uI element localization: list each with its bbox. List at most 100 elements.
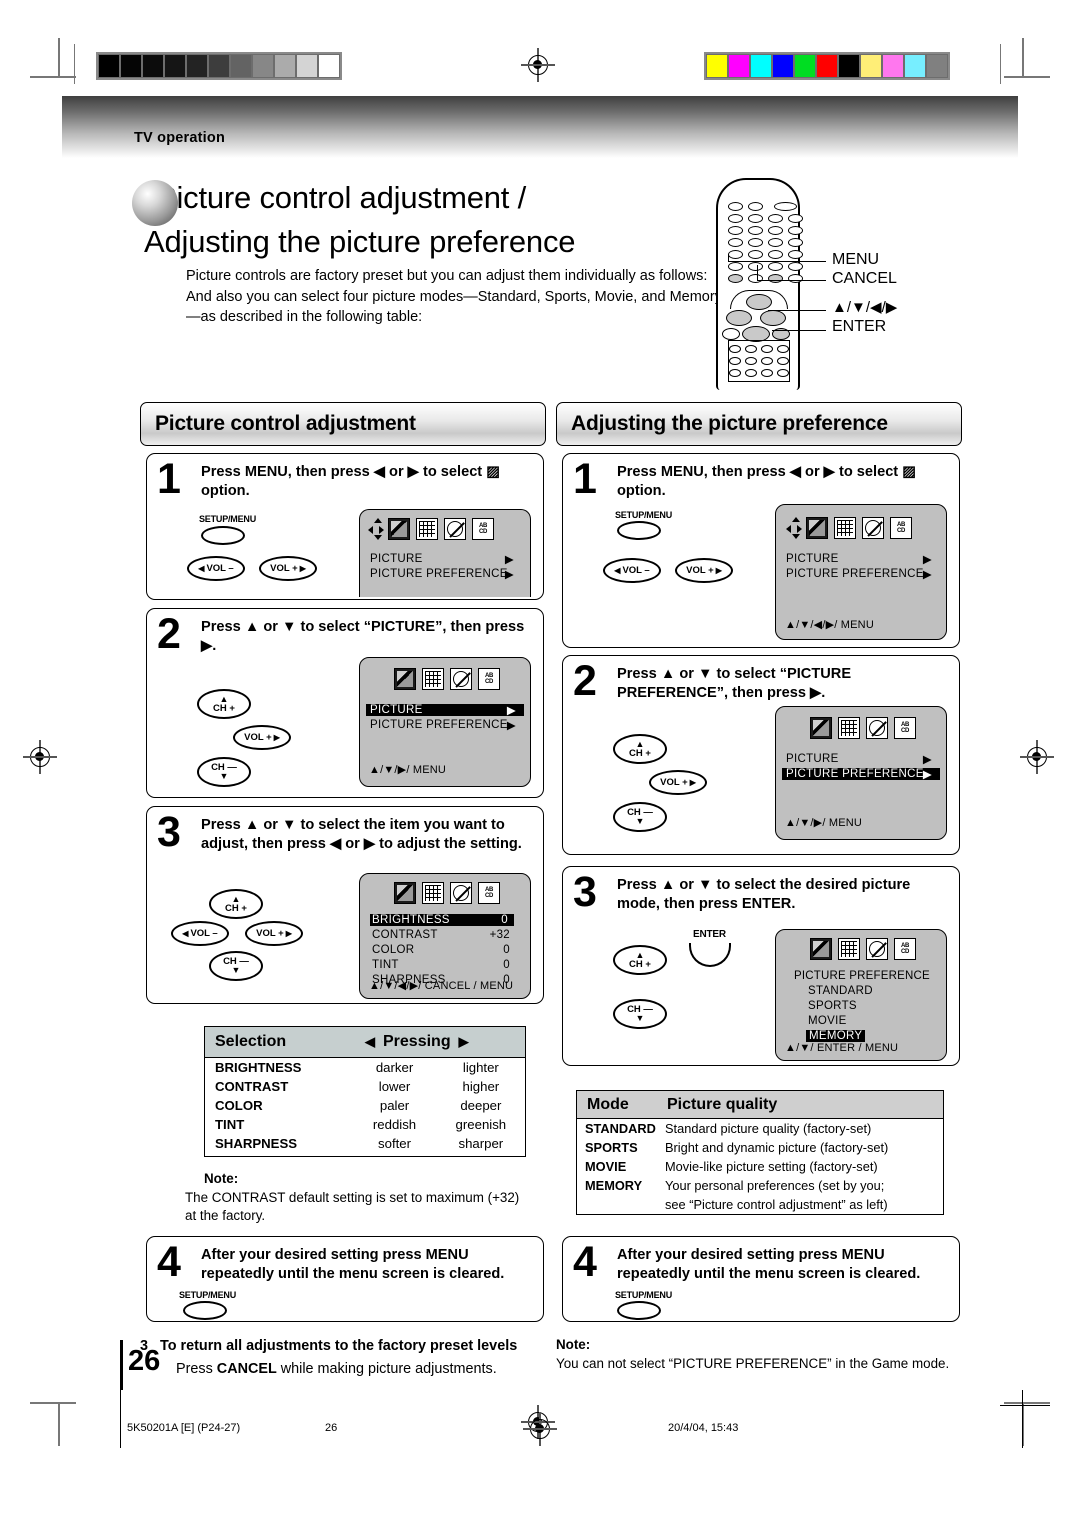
left-step-2-text: Press ▲ or ▼ to select “PICTURE”, then p… [201,619,525,654]
remote-control-illustration [716,178,803,390]
right-step-2-osd: AB CD PICTURE ▶ PICTURE PREFERENCE ▶ ▲/▼/… [775,706,947,840]
osd-setting-label: TINT [372,959,399,971]
selection-right-effect: deeper [460,1098,502,1113]
swatch [794,54,816,78]
table-row: TINT reddish greenish [205,1115,525,1134]
table-row: SHARPNESS softer sharper [205,1134,525,1153]
block-icon [450,882,472,904]
mode-name: STANDARD [585,1121,656,1136]
remote-dpad-left [726,310,752,326]
swatch [186,54,208,78]
left-step-2: 2 Press ▲ or ▼ to select “PICTURE”, then… [146,608,544,798]
osd-row-label: PICTURE [370,704,423,716]
page-title: Picture control adjustment / Adjusting t… [132,176,732,264]
osd-preference-item: MOVIE [808,1015,847,1027]
selection-name: CONTRAST [215,1079,289,1094]
swatch [98,54,120,78]
left-note-body: The CONTRAST default setting is set to m… [185,1190,520,1223]
grid-icon [834,517,856,539]
right-step-1-vol-minus-label: VOL – [622,565,650,576]
picture-icon [394,882,416,904]
left-step-3-ch-plus-key: ▲ CH + [209,889,263,919]
left-step-4-key-label: SETUP/MENU [179,1290,237,1300]
right-step-3: 3 Press ▲ or ▼ to select the desired pic… [562,866,960,1066]
selection-left-effect: softer [378,1136,412,1151]
mode-quality: Your personal preferences (set by you; [665,1178,885,1193]
osd-row-label: PICTURE PREFERENCE [370,568,508,580]
picture-icon [810,717,832,739]
section-label: TV operation [134,130,226,146]
osd-footer-hint: ▲/▼/▶/ MENU [369,764,447,776]
selection-table-header-press-left: ◀ [365,1034,375,1049]
callout-line-menu [728,261,826,263]
callout-arrow-keys: ▲/▼/◀/▶ [832,299,898,316]
table-row: CONTRAST lower higher [205,1077,525,1096]
grid-icon [422,882,444,904]
left-step-2-osd-icons: AB CD [394,668,500,690]
captions-icon: AB CD [472,518,494,540]
right-step-2-ch-plus-label: CH + [629,748,651,759]
page-number-rule [120,1340,123,1390]
swatch [142,54,164,78]
selection-right-effect: greenish [455,1117,507,1132]
selection-left-effect: lower [378,1079,411,1094]
osd-menu-row: PICTURE ▶ [786,753,938,766]
mode-name: MOVIE [585,1159,627,1174]
grid-icon [838,717,860,739]
block-icon [444,518,466,540]
osd-row-arrow: ▶ [504,569,514,581]
osd-preference-label: MEMORY [809,1030,863,1042]
callout-enter: ENTER [832,318,887,335]
mode-table-header-quality: Picture quality [667,1095,778,1113]
selection-name: COLOR [215,1098,263,1113]
osd-menu-row-selected: PICTURE ▶ [366,704,524,717]
selection-right-effect: lighter [462,1060,499,1075]
left-step-1-number: 1 [157,455,181,503]
right-step-3-enter-label: ENTER [693,929,726,940]
left-step-2-ch-plus-key: ▲ CH + [197,689,251,719]
page-number: 26 [128,1345,161,1377]
tick-left-outer [74,44,76,84]
mode-quality: see “Picture control adjustment” as left… [665,1197,888,1212]
registration-mark-right [1020,740,1054,774]
right-step-3-ch-plus-label: CH + [629,959,651,970]
osd-setting-row: TINT 0 [372,959,514,971]
right-step-3-number: 3 [573,868,597,916]
osd-preference-item-selected: MEMORY [806,1030,866,1042]
right-step-2-text: Press ▲ or ▼ to select “PICTURE PREFEREN… [617,666,852,701]
osd-row-label: PICTURE [370,553,423,565]
swatch [274,54,296,78]
osd-footer-hint: ▲/▼/ ENTER / MENU [785,1042,899,1054]
osd-row-arrow: ▶ [922,569,932,581]
right-step-1-key-label: SETUP/MENU [615,510,673,520]
right-step-1-osd: AB CD PICTURE ▶ PICTURE PREFERENCE ▶ ▲/▼/… [775,504,947,640]
picture-icon [806,517,828,539]
left-step-2-ch-minus-key: CH — ▼ [197,757,251,787]
left-step-3-osd: AB CD BRIGHTNESS 0 CONTRAST +32 COLOR 0 T… [359,873,531,999]
picture-icon [810,938,832,960]
left-step-1-text: Press MENU, then press ◀ or ▶ to select … [201,464,501,499]
osd-row-label: PICTURE [786,753,839,765]
registration-mark-footer [523,1412,557,1446]
remote-number-keypad [728,340,790,382]
captions-icon: AB CD [890,517,912,539]
mode-name: MEMORY [585,1178,643,1193]
osd-row-arrow: ▶ [922,769,932,781]
left-step-3-vol-plus-key: VOL + ▶ [245,921,303,946]
swatch [860,54,882,78]
manual-page: TV operation Picture control adjustment … [0,0,1080,1528]
swatch [772,54,794,78]
right-step-2-osd-icons: AB CD [810,717,916,739]
osd-row-arrow: ▶ [506,720,516,732]
crop-mark-tl-h [30,76,76,78]
callout-line-cancel [757,280,826,282]
table-row: SPORTS Bright and dynamic picture (facto… [577,1138,943,1157]
table-row: COLOR paler deeper [205,1096,525,1115]
page-title-line2: Adjusting the picture preference [144,224,576,259]
captions-icon: AB CD [478,668,500,690]
selection-name: SHARPNESS [215,1136,298,1151]
right-step-1-vol-plus-label: VOL + [686,565,714,576]
osd-row-arrow: ▶ [506,705,516,717]
right-step-4-setupmenu-key [617,1301,661,1320]
swatch [252,54,274,78]
